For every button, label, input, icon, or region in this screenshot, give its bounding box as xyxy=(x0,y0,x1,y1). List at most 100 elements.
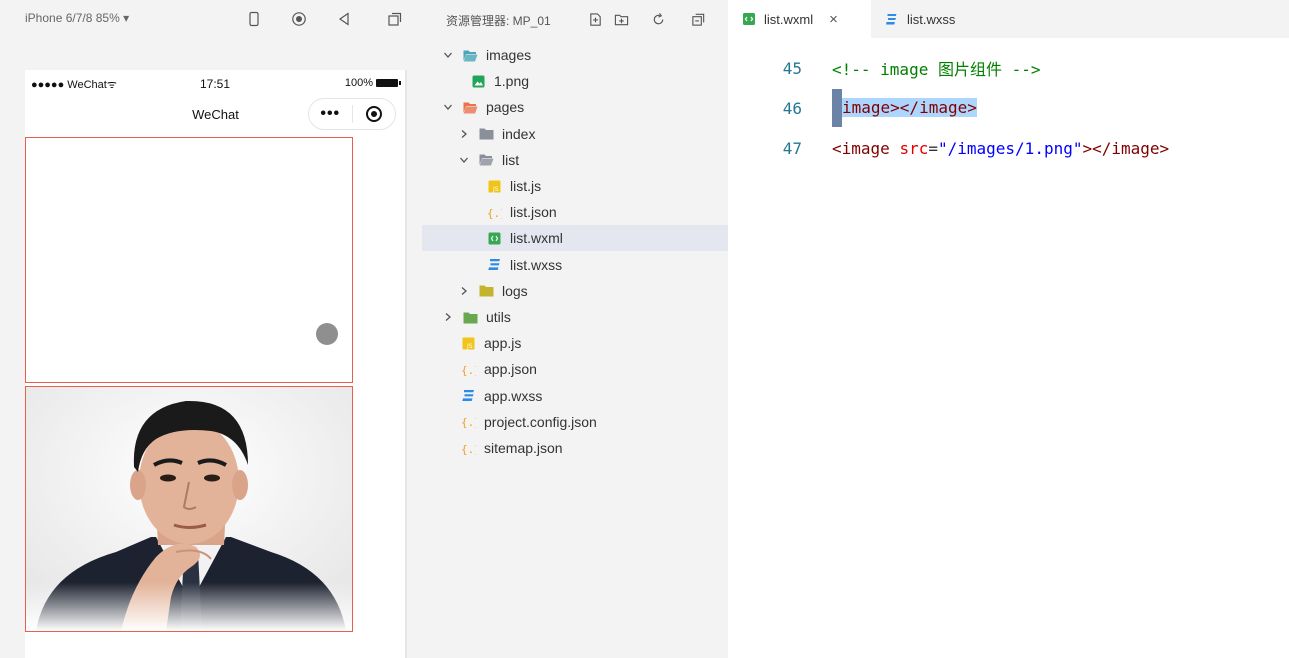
collapse-icon[interactable] xyxy=(689,10,707,28)
tree-item-label: index xyxy=(502,125,536,142)
tab-list-wxss[interactable]: list.wxss xyxy=(871,0,1011,38)
tree-item-label: utils xyxy=(486,309,511,325)
text-cursor xyxy=(832,89,842,127)
battery-icon xyxy=(376,79,401,87)
tree-folder-logs[interactable]: logs xyxy=(422,278,728,304)
line-text: <!-- image 图片组件 --> xyxy=(832,60,1041,79)
tree-item-label: 1.png xyxy=(494,73,530,90)
json-file-icon: {.} xyxy=(460,415,476,429)
phone-screen: ●●●●● WeChatᯤ 17:51 100% WeChat ••• xyxy=(25,70,406,658)
tab-label: list.wxml xyxy=(764,11,814,27)
css-file-icon xyxy=(486,258,502,272)
line-text: <image src="/images/1.png"></image> xyxy=(832,138,1170,158)
utils-folder-icon xyxy=(462,310,478,324)
tree-item-label: logs xyxy=(502,282,528,299)
status-time: 17:51 xyxy=(200,77,231,91)
tree-item-label: project.config.json xyxy=(484,413,597,430)
tree-file-list-js[interactable]: JS list.js xyxy=(422,173,728,199)
svg-text:JS: JS xyxy=(466,343,473,350)
empty-image-component xyxy=(25,137,353,383)
logs-folder-icon xyxy=(478,284,494,298)
css-file-icon xyxy=(460,389,476,403)
pages-folder-icon xyxy=(462,100,478,114)
file-explorer: 资源管理器: MP_01 images 1.png pages index list JS… xyxy=(422,0,728,658)
phone-edge xyxy=(405,70,407,658)
tree-file-app-json[interactable]: {.} app.json xyxy=(422,356,728,382)
chevron-right-icon[interactable] xyxy=(458,128,470,140)
touch-cursor xyxy=(316,323,338,345)
chevron-right-icon[interactable] xyxy=(442,311,454,323)
tree-item-label: list.wxml xyxy=(510,230,563,247)
status-battery: 100% xyxy=(344,77,401,89)
tree-file-list-wxss[interactable]: list.wxss xyxy=(422,252,728,278)
window-icon[interactable] xyxy=(384,8,406,30)
status-bar: ●●●●● WeChatᯤ 17:51 100% xyxy=(25,70,406,94)
svg-text:JS: JS xyxy=(492,186,499,193)
tab-label: list.wxss xyxy=(907,11,956,27)
menu-capsule: ••• xyxy=(308,98,396,130)
tab-list-wxml[interactable]: list.wxml × xyxy=(728,0,871,38)
json-file-icon: {.} xyxy=(460,362,476,376)
tree-item-label: sitemap.json xyxy=(484,440,563,456)
close-tab-button[interactable]: × xyxy=(829,11,838,28)
tree-item-label: list.json xyxy=(510,204,557,221)
phone-icon[interactable] xyxy=(243,8,265,30)
image-file-icon xyxy=(470,74,486,88)
tab-bar: list.wxml × list.wxss xyxy=(728,0,1289,38)
tree-file-app-wxss[interactable]: app.wxss xyxy=(422,383,728,409)
portrait-image-component xyxy=(25,386,353,632)
tree-item-label: pages xyxy=(486,99,525,116)
tree-item-label: list xyxy=(502,151,520,168)
chevron-right-icon[interactable] xyxy=(458,285,470,297)
chevron-down-icon[interactable] xyxy=(442,49,454,61)
back-icon[interactable] xyxy=(333,8,355,30)
chevron-down-icon[interactable] xyxy=(442,101,454,113)
close-mini-program-button[interactable] xyxy=(352,106,395,122)
js-file-icon: JS xyxy=(486,179,502,193)
new-file-icon[interactable] xyxy=(586,10,604,28)
code-line: 47 <image src="/images/1.png"></image> xyxy=(728,128,1289,168)
battery-level: 100% xyxy=(344,77,373,89)
wxml-file-icon xyxy=(742,12,756,26)
explorer-title: 资源管理器: MP_01 xyxy=(446,14,551,28)
tree-file-sitemap-json[interactable]: {.} sitemap.json xyxy=(422,435,728,461)
svg-text:{.}: {.} xyxy=(461,443,476,455)
tree-file-project-config-json[interactable]: {.} project.config.json xyxy=(422,409,728,435)
css-file-icon xyxy=(885,12,899,26)
line-text: image></image> xyxy=(832,89,977,127)
new-folder-icon[interactable] xyxy=(612,10,630,28)
record-icon[interactable] xyxy=(288,8,310,30)
code-line: 46 image></image> xyxy=(728,88,1289,128)
tree-file-app-js[interactable]: JS app.js xyxy=(422,330,728,356)
line-number: 47 xyxy=(782,138,802,158)
tree-file-list-json[interactable]: {.} list.json xyxy=(422,199,728,225)
refresh-icon[interactable] xyxy=(649,10,667,28)
tree-item-label: app.wxss xyxy=(484,387,543,404)
tree-folder-list[interactable]: list xyxy=(422,147,728,173)
tree-folder-index[interactable]: index xyxy=(422,121,728,147)
tree-item-label: app.js xyxy=(484,335,522,352)
images-folder-icon xyxy=(462,48,478,62)
more-button[interactable]: ••• xyxy=(309,106,352,122)
tree-file-list-wxml[interactable]: list.wxml xyxy=(422,225,728,252)
carrier-signal: ●●●●● WeChatᯤ xyxy=(31,79,117,91)
tree-folder-pages[interactable]: pages xyxy=(422,94,728,120)
tree-file-1-png[interactable]: 1.png xyxy=(422,68,728,94)
json-file-icon: {.} xyxy=(486,205,502,219)
wxml-file-icon xyxy=(486,231,502,245)
simulator-toolbar: iPhone 6/7/8 85% ▾ xyxy=(0,0,422,38)
svg-text:{.}: {.} xyxy=(461,416,476,428)
json-file-icon: {.} xyxy=(460,441,476,455)
code-line: 45 <!-- image 图片组件 --> xyxy=(728,48,1289,88)
chevron-down-icon[interactable] xyxy=(458,154,470,166)
folder-icon xyxy=(478,127,494,141)
js-file-icon: JS xyxy=(460,336,476,350)
tree-item-label: app.json xyxy=(484,361,537,378)
tree-folder-utils[interactable]: utils xyxy=(422,304,728,330)
tree-folder-images[interactable]: images xyxy=(422,42,728,68)
target-icon xyxy=(365,106,382,122)
portrait-photo xyxy=(26,387,352,631)
explorer-header: 资源管理器: MP_01 xyxy=(422,0,728,38)
device-select[interactable]: iPhone 6/7/8 85% ▾ xyxy=(25,11,129,25)
tree-item-label: images xyxy=(486,47,532,63)
